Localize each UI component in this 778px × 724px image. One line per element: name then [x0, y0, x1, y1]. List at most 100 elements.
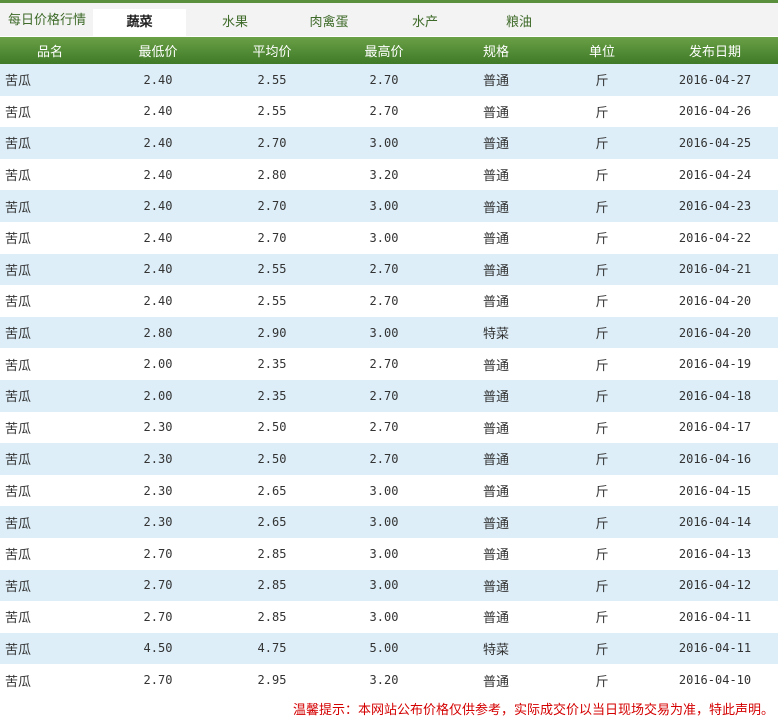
- tab-seafood[interactable]: 水产: [390, 9, 460, 37]
- cell-spec: 普通: [440, 569, 552, 602]
- table-row: 苦瓜 2.30 2.50 2.70 普通斤 2016-04-16: [0, 443, 778, 475]
- category-tab-bar: 每日价格行情 蔬菜 水果 肉禽蛋 水产 粮油: [0, 0, 778, 37]
- cell-min-price: 2.40: [100, 253, 216, 286]
- cell-name: 苦瓜: [0, 474, 100, 507]
- cell-spec: 普通: [440, 537, 552, 570]
- cell-date: 2016-04-16: [652, 443, 778, 475]
- cell-spec: 普通: [440, 127, 552, 159]
- section-title: 每日价格行情: [8, 13, 87, 28]
- cell-name: 苦瓜: [0, 537, 100, 570]
- cell-date: 2016-04-20: [652, 316, 778, 349]
- cell-unit: 斤: [552, 506, 652, 538]
- cell-avg-price: 2.90: [216, 316, 328, 349]
- cell-max-price: 2.70: [328, 411, 440, 444]
- table-body: 苦瓜 2.40 2.55 2.70 普通斤 2016-04-27 苦瓜 2.40 2.55 2.7…: [0, 64, 778, 696]
- cell-min-price: 2.00: [100, 348, 216, 380]
- table-row: 苦瓜 2.40 2.55 2.70 普通斤 2016-04-20: [0, 285, 778, 317]
- cell-max-price: 3.00: [328, 601, 440, 633]
- cell-max-price: 3.20: [328, 664, 440, 696]
- price-table: 品名 最低价 平均价 最高价 规格 单位 发布日期 苦瓜 2.40 2.55 2.70…: [0, 37, 778, 696]
- table-row: 苦瓜 2.40 2.70 3.00 普通斤 2016-04-25: [0, 127, 778, 159]
- cell-unit: 斤: [552, 537, 652, 570]
- cell-name: 苦瓜: [0, 443, 100, 475]
- cell-avg-price: 2.85: [216, 601, 328, 633]
- cell-unit: 斤: [552, 474, 652, 507]
- cell-date: 2016-04-26: [652, 95, 778, 128]
- cell-date: 2016-04-14: [652, 506, 778, 538]
- cell-min-price: 2.30: [100, 506, 216, 538]
- cell-min-price: 2.30: [100, 443, 216, 475]
- cell-max-price: 3.00: [328, 537, 440, 570]
- disclaimer-notice: 温馨提示：本网站公布价格仅供参考，实际成交价以当日现场交易为准，特此声明。: [292, 703, 774, 718]
- tab-grain-oil[interactable]: 粮油: [484, 9, 554, 37]
- cell-max-price: 2.70: [328, 379, 440, 412]
- tab-vegetables[interactable]: 蔬菜: [93, 9, 186, 37]
- cell-avg-price: 2.70: [216, 221, 328, 254]
- table-row: 苦瓜 2.80 2.90 3.00 特菜斤 2016-04-20: [0, 316, 778, 349]
- cell-date: 2016-04-11: [652, 632, 778, 665]
- cell-avg-price: 4.75: [216, 632, 328, 665]
- cell-date: 2016-04-19: [652, 348, 778, 380]
- cell-name: 苦瓜: [0, 348, 100, 380]
- cell-spec: 特菜: [440, 632, 552, 665]
- cell-date: 2016-04-20: [652, 285, 778, 317]
- cell-name: 苦瓜: [0, 158, 100, 191]
- table-row: 苦瓜 2.40 2.55 2.70 普通斤 2016-04-27: [0, 64, 778, 96]
- cell-unit: 斤: [552, 601, 652, 633]
- cell-min-price: 2.40: [100, 64, 216, 96]
- column-header-max-price: 最高价: [328, 37, 440, 64]
- cell-max-price: 3.00: [328, 221, 440, 254]
- table-row: 苦瓜 4.50 4.75 5.00 特菜斤 2016-04-11: [0, 632, 778, 665]
- cell-spec: 普通: [440, 474, 552, 507]
- cell-date: 2016-04-22: [652, 221, 778, 254]
- cell-avg-price: 2.85: [216, 569, 328, 602]
- cell-unit: 斤: [552, 664, 652, 696]
- cell-min-price: 2.40: [100, 285, 216, 317]
- cell-avg-price: 2.35: [216, 348, 328, 380]
- cell-unit: 斤: [552, 253, 652, 286]
- cell-unit: 斤: [552, 569, 652, 602]
- table-row: 苦瓜 2.00 2.35 2.70 普通斤 2016-04-19: [0, 348, 778, 380]
- cell-min-price: 2.00: [100, 379, 216, 412]
- cell-min-price: 2.70: [100, 537, 216, 570]
- cell-date: 2016-04-10: [652, 664, 778, 696]
- table-row: 苦瓜 2.30 2.65 3.00 普通斤 2016-04-14: [0, 506, 778, 538]
- table-row: 苦瓜 2.40 2.80 3.20 普通斤 2016-04-24: [0, 158, 778, 191]
- table-row: 苦瓜 2.70 2.95 3.20 普通斤 2016-04-10: [0, 664, 778, 696]
- cell-avg-price: 2.65: [216, 506, 328, 538]
- cell-avg-price: 2.95: [216, 664, 328, 696]
- cell-avg-price: 2.50: [216, 443, 328, 475]
- cell-name: 苦瓜: [0, 632, 100, 665]
- column-header-spec: 规格: [440, 37, 552, 64]
- cell-avg-price: 2.85: [216, 537, 328, 570]
- cell-max-price: 3.00: [328, 316, 440, 349]
- cell-name: 苦瓜: [0, 664, 100, 696]
- cell-min-price: 2.70: [100, 664, 216, 696]
- table-row: 苦瓜 2.40 2.55 2.70 普通斤 2016-04-26: [0, 95, 778, 128]
- cell-name: 苦瓜: [0, 411, 100, 444]
- cell-date: 2016-04-13: [652, 537, 778, 570]
- cell-unit: 斤: [552, 158, 652, 191]
- cell-avg-price: 2.80: [216, 158, 328, 191]
- cell-name: 苦瓜: [0, 253, 100, 286]
- cell-date: 2016-04-12: [652, 569, 778, 602]
- tab-fruit[interactable]: 水果: [200, 9, 270, 37]
- cell-max-price: 3.00: [328, 569, 440, 602]
- cell-date: 2016-04-23: [652, 190, 778, 222]
- cell-unit: 斤: [552, 221, 652, 254]
- cell-max-price: 3.00: [328, 474, 440, 507]
- cell-date: 2016-04-17: [652, 411, 778, 444]
- cell-avg-price: 2.35: [216, 379, 328, 412]
- table-header-row: 品名 最低价 平均价 最高价 规格 单位 发布日期: [0, 37, 778, 64]
- cell-unit: 斤: [552, 443, 652, 475]
- table-row: 苦瓜 2.30 2.65 3.00 普通斤 2016-04-15: [0, 474, 778, 507]
- cell-max-price: 3.20: [328, 158, 440, 191]
- cell-date: 2016-04-18: [652, 379, 778, 412]
- cell-avg-price: 2.55: [216, 64, 328, 96]
- table-row: 苦瓜 2.30 2.50 2.70 普通斤 2016-04-17: [0, 411, 778, 444]
- tab-meat-poultry-eggs[interactable]: 肉禽蛋: [294, 9, 364, 37]
- cell-date: 2016-04-27: [652, 64, 778, 96]
- cell-spec: 普通: [440, 443, 552, 475]
- cell-spec: 普通: [440, 158, 552, 191]
- table-row: 苦瓜 2.70 2.85 3.00 普通斤 2016-04-11: [0, 601, 778, 633]
